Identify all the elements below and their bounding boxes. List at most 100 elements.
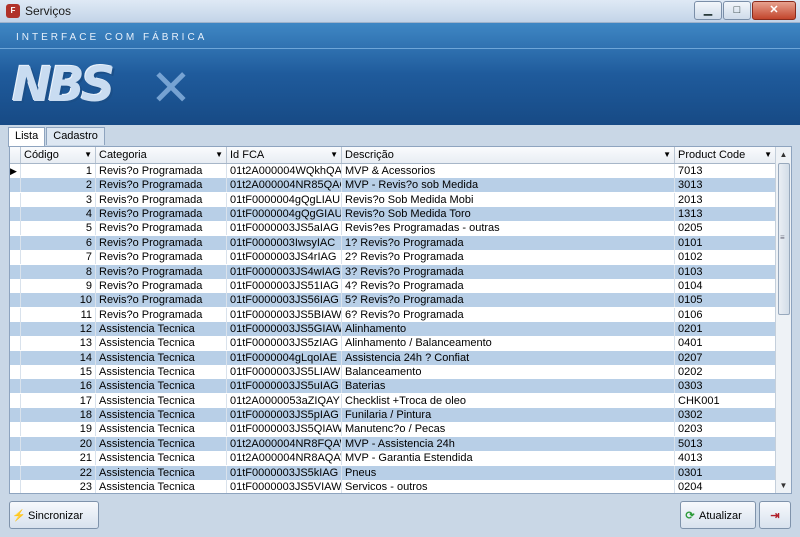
cell-id-fca: 01tF0000004gQgGIAU (227, 207, 342, 222)
cell-categoria: Revis?o Programada (96, 178, 227, 193)
cell-descricao: MVP - Garantia Estendida (342, 451, 675, 466)
cell-id-fca: 01t2A000004NR8FQAW (227, 436, 342, 451)
scroll-up-icon[interactable]: ▲ (776, 147, 791, 162)
maximize-button[interactable]: □ (723, 1, 751, 20)
exit-button[interactable]: ⇥ (759, 501, 791, 529)
cell-product-code: 0401 (675, 336, 776, 351)
cell-codigo: 19 (21, 422, 96, 437)
tab-lista[interactable]: Lista (8, 127, 46, 147)
footer-bar: ⚡ Sincronizar ⟳ Atualizar ⇥ (0, 495, 800, 537)
row-indicator (10, 221, 21, 236)
row-indicator (10, 465, 21, 480)
nbs-logo: NBS (12, 57, 115, 113)
table-row[interactable]: 8 Revis?o Programada 01tF0000003JS4wIAG 3? … (10, 264, 776, 279)
cell-product-code: 0301 (675, 465, 776, 480)
cell-id-fca: 01tF0000003JS5zIAG (227, 336, 342, 351)
row-indicator (10, 293, 21, 308)
table-row[interactable]: 21 Assistencia Tecnica 01t2A000004NR8AQAW M… (10, 451, 776, 466)
table-row[interactable]: 12 Assistencia Tecnica 01tF0000003JS5GIAW A… (10, 321, 776, 336)
header-id-fca[interactable]: Id FCA ▼ (227, 147, 342, 163)
table-row[interactable]: 10 Revis?o Programada 01tF0000003JS56IAG 5?… (10, 293, 776, 308)
cell-descricao: 2? Revis?o Programada (342, 250, 675, 265)
cell-descricao: 5? Revis?o Programada (342, 293, 675, 308)
cell-descricao: 6? Revis?o Programada (342, 307, 675, 322)
refresh-button-label: Atualizar (699, 510, 742, 522)
table-row[interactable]: 6 Revis?o Programada 01tF0000003IwsyIAC 1? … (10, 235, 776, 250)
minimize-button[interactable]: ▁ (694, 1, 722, 20)
table-row[interactable]: 15 Assistencia Tecnica 01tF0000003JS5LIAW B… (10, 365, 776, 380)
table-row[interactable]: ▶ 1 Revis?o Programada 01t2A000004WQkhQAG MV… (10, 164, 776, 178)
table-row[interactable]: 14 Assistencia Tecnica 01tF0000004gLqoIAE A… (10, 350, 776, 365)
table-row[interactable]: 2 Revis?o Programada 01t2A000004NR85QAG MVP… (10, 178, 776, 193)
table-row[interactable]: 23 Assistencia Tecnica 01tF0000003JS5VIAW S… (10, 479, 776, 493)
row-indicator (10, 207, 21, 222)
cell-codigo: 12 (21, 321, 96, 336)
cell-codigo: 8 (21, 264, 96, 279)
sync-button[interactable]: ⚡ Sincronizar (9, 501, 99, 529)
sync-button-label: Sincronizar (28, 510, 84, 522)
cell-id-fca: 01tF0000003JS5VIAW (227, 479, 342, 493)
cell-categoria: Assistencia Tecnica (96, 408, 227, 423)
cell-id-fca: 01tF0000003JS4wIAG (227, 264, 342, 279)
cell-id-fca: 01tF0000003JS5QIAW (227, 422, 342, 437)
cell-categoria: Assistencia Tecnica (96, 436, 227, 451)
cell-categoria: Assistencia Tecnica (96, 393, 227, 408)
cell-id-fca: 01t2A000004WQkhQAG (227, 164, 342, 178)
cell-descricao: Alinhamento / Balanceamento (342, 336, 675, 351)
row-indicator (10, 307, 21, 322)
cell-product-code: 0302 (675, 408, 776, 423)
close-button[interactable]: ✕ (752, 1, 796, 20)
table-row[interactable]: 9 Revis?o Programada 01tF0000003JS51IAG 4? … (10, 278, 776, 293)
header-id-fca-label: Id FCA (230, 149, 265, 161)
table-row[interactable]: 7 Revis?o Programada 01tF0000003JS4rIAG 2? … (10, 250, 776, 265)
table-row[interactable]: 4 Revis?o Programada 01tF0000004gQgGIAU Rev… (10, 207, 776, 222)
table-row[interactable]: 17 Assistencia Tecnica 01t2A0000053aZIQAY C… (10, 393, 776, 408)
services-grid[interactable]: Código ▼ Categoria ▼ Id FCA ▼ Descrição ▼ Pr… (9, 146, 792, 494)
cell-codigo: 22 (21, 465, 96, 480)
cell-categoria: Revis?o Programada (96, 192, 227, 207)
cell-id-fca: 01tF0000003JS56IAG (227, 293, 342, 308)
header-categoria[interactable]: Categoria ▼ (96, 147, 227, 163)
cell-id-fca: 01tF0000003JS5pIAG (227, 408, 342, 423)
header-codigo[interactable]: Código ▼ (21, 147, 96, 163)
cell-id-fca: 01tF0000003JS5LIAW (227, 365, 342, 380)
header-descricao[interactable]: Descrição ▼ (342, 147, 675, 163)
banner-divider (0, 48, 800, 49)
cell-product-code: CHK001 (675, 393, 776, 408)
cell-descricao: 4? Revis?o Programada (342, 278, 675, 293)
table-row[interactable]: 13 Assistencia Tecnica 01tF0000003JS5zIAG A… (10, 336, 776, 351)
cell-id-fca: 01tF0000004gQgLIAU (227, 192, 342, 207)
table-row[interactable]: 18 Assistencia Tecnica 01tF0000003JS5pIAG F… (10, 408, 776, 423)
table-row[interactable]: 20 Assistencia Tecnica 01t2A000004NR8FQAW M… (10, 436, 776, 451)
row-indicator (10, 408, 21, 423)
cell-descricao: 1? Revis?o Programada (342, 235, 675, 250)
scroll-down-icon[interactable]: ▼ (776, 478, 791, 493)
cell-descricao: Balanceamento (342, 365, 675, 380)
cell-categoria: Assistencia Tecnica (96, 465, 227, 480)
cell-product-code: 0202 (675, 365, 776, 380)
cell-product-code: 0201 (675, 321, 776, 336)
tab-cadastro[interactable]: Cadastro (46, 127, 105, 145)
cell-categoria: Assistencia Tecnica (96, 350, 227, 365)
table-row[interactable]: 19 Assistencia Tecnica 01tF0000003JS5QIAW M… (10, 422, 776, 437)
cell-categoria: Assistencia Tecnica (96, 336, 227, 351)
cell-codigo: 14 (21, 350, 96, 365)
cell-codigo: 9 (21, 278, 96, 293)
cell-product-code: 0104 (675, 278, 776, 293)
cell-descricao: Pneus (342, 465, 675, 480)
cell-id-fca: 01t2A000004NR85QAG (227, 178, 342, 193)
cell-codigo: 6 (21, 235, 96, 250)
refresh-button[interactable]: ⟳ Atualizar (680, 501, 756, 529)
cell-descricao: 3? Revis?o Programada (342, 264, 675, 279)
header-product-code[interactable]: Product Code ▼ (675, 147, 776, 163)
table-row[interactable]: 5 Revis?o Programada 01tF0000003JS5aIAG Rev… (10, 221, 776, 236)
vertical-scrollbar[interactable]: ▲ ≡ ▼ (775, 147, 791, 493)
table-row[interactable]: 22 Assistencia Tecnica 01tF0000003JS5kIAG P… (10, 465, 776, 480)
table-row[interactable]: 11 Revis?o Programada 01tF0000003JS5BIAW 6?… (10, 307, 776, 322)
window-title: Serviços (25, 4, 72, 18)
window-controls: ▁ □ ✕ (693, 1, 796, 20)
table-row[interactable]: 16 Assistencia Tecnica 01tF0000003JS5uIAG B… (10, 379, 776, 394)
cell-id-fca: 01tF0000003JS5BIAW (227, 307, 342, 322)
table-row[interactable]: 3 Revis?o Programada 01tF0000004gQgLIAU Rev… (10, 192, 776, 207)
exit-door-icon: ⇥ (770, 510, 780, 522)
